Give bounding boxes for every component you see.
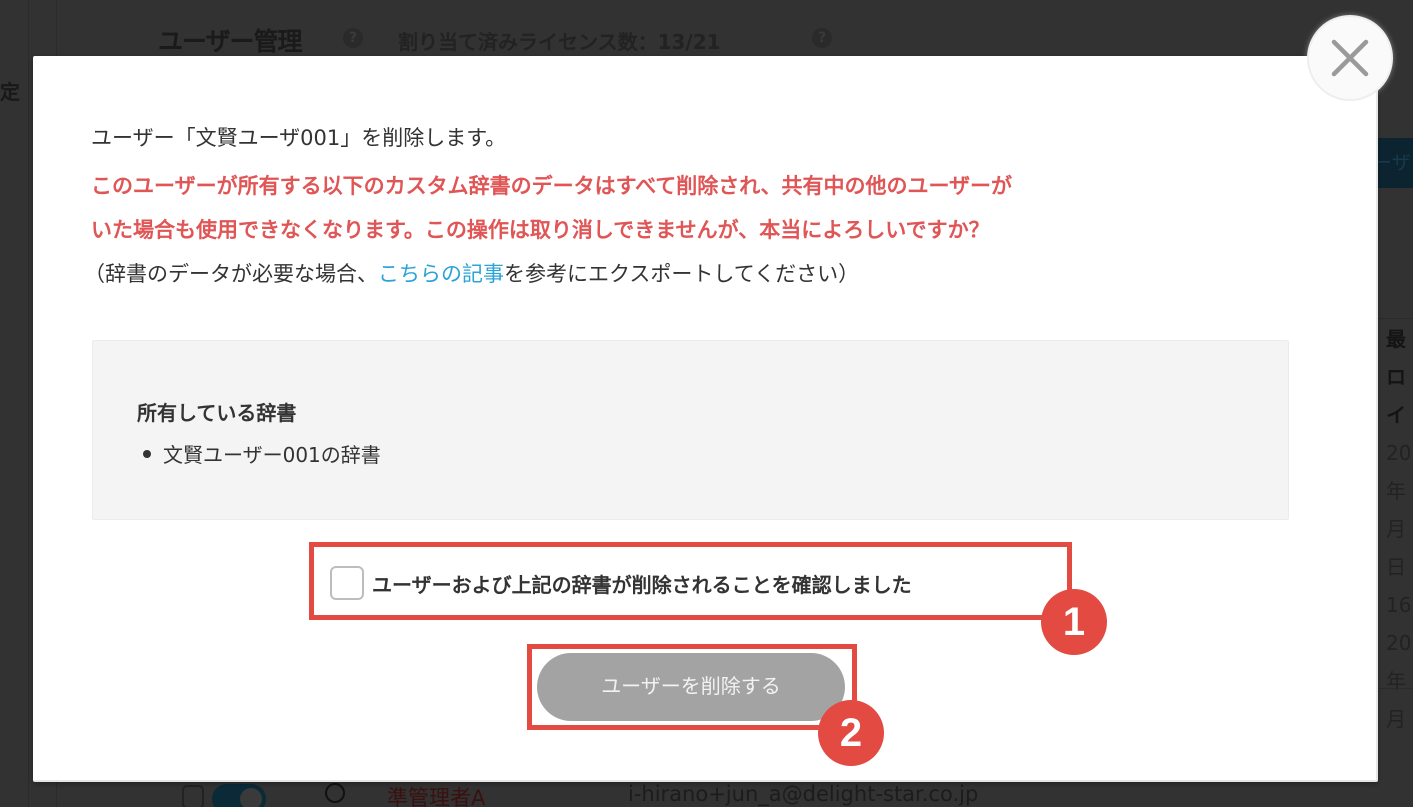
step-badge-2: 2 bbox=[818, 700, 884, 766]
table-cell-char: 20 bbox=[1386, 441, 1412, 465]
help-icon: ? bbox=[812, 28, 832, 48]
delete-intro-text: ユーザー「文賢ユーザ001」を削除します。 bbox=[91, 126, 507, 150]
user-role: 準管理者A bbox=[387, 786, 486, 807]
column-header-char: 最 bbox=[1386, 327, 1406, 351]
export-note-prefix: （辞書のデータが必要な場合、 bbox=[84, 262, 378, 286]
step-badge-1: 1 bbox=[1041, 589, 1107, 655]
avatar-icon bbox=[325, 783, 345, 803]
column-divider bbox=[28, 0, 29, 807]
row-toggle bbox=[212, 784, 266, 807]
page-title: ユーザー管理 bbox=[158, 27, 303, 56]
owned-dictionaries-panel: 所有している辞書 文賢ユーザー001の辞書 bbox=[92, 340, 1289, 520]
table-cell-char: 月 bbox=[1386, 707, 1406, 731]
warning-text: このユーザーが所有する以下のカスタム辞書のデータはすべて削除され、共有中の他のユ… bbox=[91, 174, 1013, 198]
dictionary-list: 文賢ユーザー001の辞書 bbox=[137, 439, 381, 468]
column-header-char: ロ bbox=[1386, 365, 1406, 389]
sidebar-label: 定 bbox=[0, 80, 20, 104]
bullet-icon bbox=[143, 449, 151, 458]
table-cell-char: 月 bbox=[1386, 517, 1406, 541]
license-count: 割り当て済みライセンス数：13/21 bbox=[398, 30, 721, 54]
list-item: 文賢ユーザー001の辞書 bbox=[137, 439, 381, 468]
dictionary-name: 文賢ユーザー001の辞書 bbox=[163, 443, 381, 467]
close-button[interactable] bbox=[1307, 15, 1393, 101]
warning-text: いた場合も使用できなくなります。この操作は取り消しできませんが、本当によろしいで… bbox=[91, 218, 990, 242]
table-cell-char: 年 bbox=[1386, 669, 1406, 693]
help-icon: ? bbox=[343, 28, 363, 48]
table-cell-char: 16 bbox=[1386, 593, 1412, 617]
owned-dictionaries-title: 所有している辞書 bbox=[137, 401, 297, 425]
column-header-char: イ bbox=[1386, 403, 1406, 427]
article-link[interactable]: こちらの記事 bbox=[378, 262, 504, 286]
close-icon bbox=[1331, 39, 1369, 77]
table-cell-char: 日 bbox=[1386, 555, 1406, 579]
export-note: （辞書のデータが必要な場合、こちらの記事を参考にエクスポートしてください） bbox=[84, 258, 859, 288]
table-cell-char: 20 bbox=[1386, 631, 1412, 655]
confirm-checkbox-row[interactable]: ユーザーおよび上記の辞書が削除されることを確認しました bbox=[330, 566, 912, 600]
row-checkbox bbox=[182, 785, 204, 807]
user-email: i-hirano+jun_a@delight-star.co.jp bbox=[628, 782, 979, 806]
table-cell-char: 年 bbox=[1386, 479, 1406, 503]
confirm-checkbox-label[interactable]: ユーザーおよび上記の辞書が削除されることを確認しました bbox=[372, 569, 912, 598]
export-note-suffix: を参考にエクスポートしてください） bbox=[504, 262, 860, 286]
delete-user-button[interactable]: ユーザーを削除する bbox=[537, 653, 845, 721]
last-login-column: 最 ロ イ 20 年 月 日 16 20 年 月 bbox=[1386, 320, 1413, 738]
confirm-checkbox[interactable] bbox=[330, 566, 364, 600]
